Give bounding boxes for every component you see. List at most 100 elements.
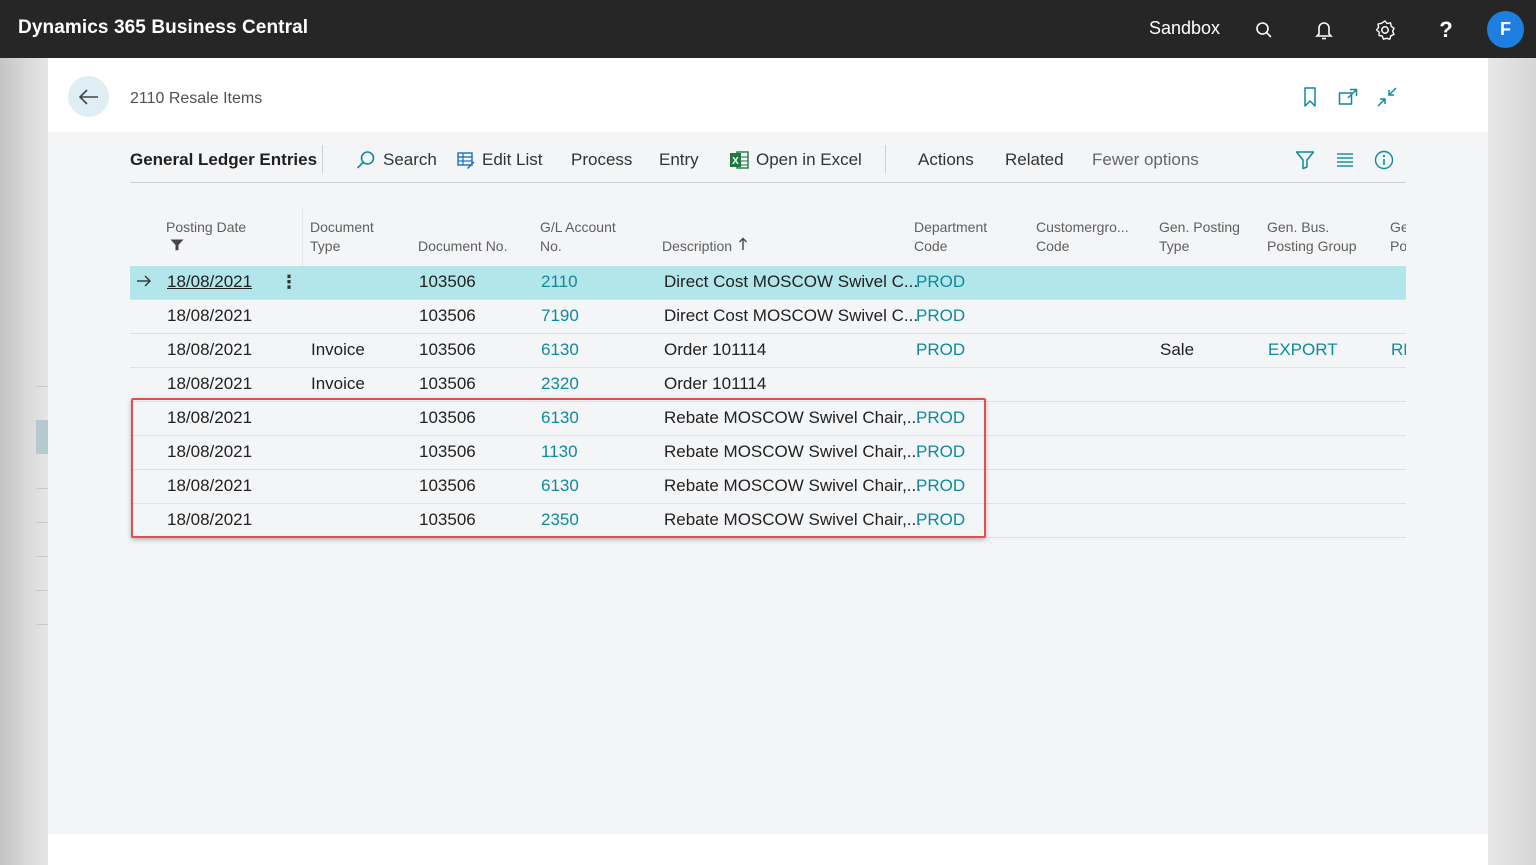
column-header-description[interactable]: Description: [662, 237, 748, 256]
description-cell: Direct Cost MOSCOW Swivel C...: [664, 306, 919, 325]
entries-grid: Posting Date Document Type Document No. G…: [130, 208, 1406, 558]
column-header-department-code[interactable]: Department Code: [914, 218, 987, 256]
gl-account-link[interactable]: 1130: [541, 442, 578, 462]
description-cell: Order 101114: [664, 340, 767, 359]
edit-list-button[interactable]: Edit List: [457, 150, 542, 170]
divider: [885, 145, 886, 173]
department-code-link[interactable]: PROD: [916, 408, 965, 428]
posting-date-cell[interactable]: 18/08/2021: [167, 272, 252, 292]
gl-account-link[interactable]: 7190: [541, 306, 579, 326]
gl-account-link[interactable]: 2110: [541, 272, 578, 292]
list-view-icon[interactable]: [1334, 149, 1356, 171]
column-divider: [302, 208, 303, 266]
department-code-link[interactable]: PROD: [916, 442, 965, 462]
description-cell: Order 101114: [664, 374, 767, 393]
search-label: Search: [383, 150, 437, 169]
related-menu[interactable]: Related: [1005, 150, 1064, 170]
dialog-header: 2110 Resale Items: [48, 58, 1488, 132]
search-button[interactable]: Search: [356, 150, 437, 170]
search-icon: [356, 151, 375, 169]
department-code-link[interactable]: PROD: [916, 476, 965, 496]
table-row[interactable]: 18/08/2021 Invoice 103506 2320 Order 101…: [130, 368, 1406, 402]
document-type-cell: Invoice: [311, 340, 365, 359]
posting-date-cell: 18/08/2021: [167, 476, 253, 495]
open-in-excel-button[interactable]: X Open in Excel: [729, 150, 862, 170]
description-cell: Rebate MOSCOW Swivel Chair,...: [664, 476, 921, 495]
document-no-cell: 103506: [419, 272, 476, 291]
entry-menu[interactable]: Entry: [659, 150, 699, 170]
description-cell: Rebate MOSCOW Swivel Chair,...: [664, 408, 921, 427]
help-icon[interactable]: ?: [1434, 18, 1458, 42]
column-header-document-type[interactable]: Document Type: [310, 218, 374, 256]
environment-label[interactable]: Sandbox: [1149, 18, 1220, 39]
gl-account-link[interactable]: 6130: [541, 340, 579, 360]
current-row-arrow-icon: [137, 275, 151, 287]
svg-text:X: X: [732, 156, 739, 167]
open-in-excel-label: Open in Excel: [756, 150, 862, 169]
gen-posting-type-cell: Sale: [1160, 340, 1195, 359]
document-type-cell: Invoice: [311, 374, 365, 393]
open-in-new-window-icon[interactable]: [1337, 86, 1359, 108]
table-row[interactable]: 18/08/2021 ⋮ 103506 2110 Direct Cost MOS…: [130, 266, 1406, 300]
fewer-options-button[interactable]: Fewer options: [1092, 150, 1199, 170]
document-no-cell: 103506: [419, 306, 476, 325]
department-code-link[interactable]: PROD: [916, 510, 965, 530]
back-button[interactable]: [68, 76, 109, 117]
table-row[interactable]: 18/08/2021 103506 6130 Rebate MOSCOW Swi…: [130, 402, 1406, 436]
process-menu[interactable]: Process: [571, 150, 632, 170]
gl-account-link[interactable]: 2320: [541, 374, 579, 394]
posting-date-cell: 18/08/2021: [167, 408, 253, 427]
table-row[interactable]: 18/08/2021 Invoice 103506 6130 Order 101…: [130, 334, 1406, 368]
info-icon[interactable]: [1373, 149, 1395, 171]
description-cell: Direct Cost MOSCOW Swivel C...: [664, 272, 919, 291]
column-header-document-no[interactable]: Document No.: [418, 237, 507, 256]
department-code-link[interactable]: PROD: [916, 306, 965, 326]
sort-ascending-icon: [738, 237, 747, 250]
background-edge-right: [1488, 58, 1536, 865]
table-row[interactable]: 18/08/2021 103506 1130 Rebate MOSCOW Swi…: [130, 436, 1406, 470]
filter-icon[interactable]: [1294, 149, 1316, 171]
document-no-cell: 103506: [419, 408, 476, 427]
column-header-gen-posting-type[interactable]: Gen. Posting Type: [1159, 218, 1240, 256]
next-column-cell[interactable]: RE: [1391, 340, 1406, 360]
dialog-footer: [48, 834, 1488, 865]
gear-icon[interactable]: [1373, 18, 1397, 42]
department-code-link[interactable]: PROD: [916, 272, 965, 292]
table-row[interactable]: 18/08/2021 103506 7190 Direct Cost MOSCO…: [130, 300, 1406, 334]
document-no-cell: 103506: [419, 374, 476, 393]
divider: [322, 145, 323, 173]
bell-icon[interactable]: [1312, 18, 1336, 42]
action-bar: General Ledger Entries Search Edit List …: [130, 132, 1406, 184]
gl-account-link[interactable]: 2350: [541, 510, 579, 530]
posting-date-cell: 18/08/2021: [167, 374, 253, 393]
column-header-customergroup-code[interactable]: Customergro... Code: [1036, 218, 1129, 256]
column-header-posting-date[interactable]: Posting Date: [166, 218, 246, 256]
list-title: General Ledger Entries: [130, 150, 318, 169]
column-header-gl-account-no[interactable]: G/L Account No.: [540, 218, 616, 256]
document-no-cell: 103506: [419, 340, 476, 359]
excel-icon: X: [730, 151, 749, 169]
description-cell: Rebate MOSCOW Swivel Chair,...: [664, 510, 921, 529]
table-row[interactable]: 18/08/2021 103506 2350 Rebate MOSCOW Swi…: [130, 504, 1406, 538]
department-code-link[interactable]: PROD: [916, 340, 965, 360]
actions-menu[interactable]: Actions: [918, 150, 974, 170]
search-icon[interactable]: [1252, 18, 1276, 42]
gl-account-link[interactable]: 6130: [541, 476, 579, 496]
document-no-cell: 103506: [419, 442, 476, 461]
collapse-icon[interactable]: [1376, 86, 1398, 108]
gen-bus-posting-group-link[interactable]: EXPORT: [1268, 340, 1338, 360]
filter-active-icon: [170, 239, 184, 251]
document-no-cell: 103506: [419, 510, 476, 529]
top-bar: Dynamics 365 Business Central Sandbox ? …: [0, 0, 1536, 58]
app-title[interactable]: Dynamics 365 Business Central: [18, 17, 308, 39]
column-header-gen-bus-posting-group[interactable]: Gen. Bus. Posting Group: [1267, 218, 1357, 256]
column-header-next[interactable]: Ge Po: [1390, 218, 1406, 256]
document-no-cell: 103506: [419, 476, 476, 495]
posting-date-cell: 18/08/2021: [167, 510, 253, 529]
table-row[interactable]: 18/08/2021 103506 6130 Rebate MOSCOW Swi…: [130, 470, 1406, 504]
description-cell: Rebate MOSCOW Swivel Chair,...: [664, 442, 921, 461]
avatar[interactable]: F: [1487, 11, 1524, 48]
row-menu-icon[interactable]: ⋮: [280, 272, 298, 293]
bookmark-icon[interactable]: [1299, 86, 1321, 108]
gl-account-link[interactable]: 6130: [541, 408, 579, 428]
